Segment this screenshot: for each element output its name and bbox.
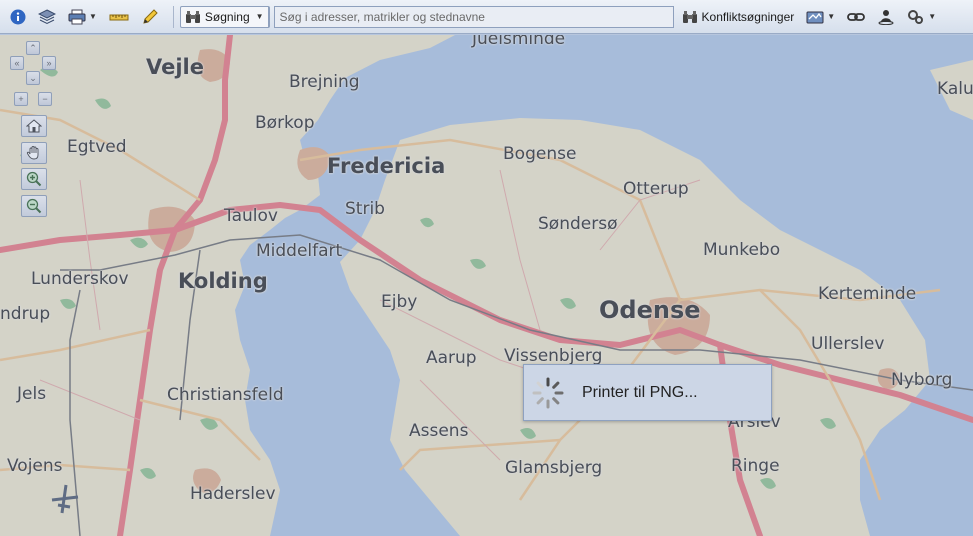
- map-tool-icon: [806, 11, 824, 23]
- place-label: Bogense: [503, 144, 577, 164]
- layers-button[interactable]: [34, 4, 60, 30]
- binoculars-icon: [185, 10, 200, 23]
- conflict-search-button[interactable]: Konfliktsøgninger: [678, 4, 799, 30]
- search-input[interactable]: [273, 5, 674, 28]
- chevron-down-icon: ▼: [255, 12, 264, 21]
- place-label: Vojens: [7, 456, 63, 476]
- chevron-down-icon: ▼: [928, 12, 937, 21]
- user-icon: [878, 9, 894, 25]
- zoom-out-small-button[interactable]: −: [38, 92, 52, 106]
- place-label: Taulov: [224, 206, 278, 226]
- place-label: Kolding: [178, 269, 268, 293]
- place-label: Børkop: [255, 113, 315, 133]
- toolbar: ▼ Søgning ▼ Konfliktsøgninger ▼ ▼: [0, 0, 973, 34]
- draw-button[interactable]: [137, 4, 163, 30]
- chevron-down-icon: ▼: [89, 12, 97, 21]
- hand-icon: [26, 146, 39, 160]
- place-label: Strib: [345, 199, 385, 219]
- map-canvas[interactable]: Juelsminde Kalu Vejle Brejning Børkop Eg…: [0, 35, 973, 536]
- printer-icon: [68, 9, 86, 24]
- place-label: Vissenbjerg: [504, 346, 603, 366]
- print-button[interactable]: ▼: [64, 4, 101, 30]
- place-label: Haderslev: [190, 484, 276, 504]
- search-menu-label: Søgning: [204, 9, 250, 24]
- place-label: Otterup: [623, 179, 689, 199]
- pan-down-button[interactable]: ⌄: [26, 71, 40, 85]
- place-label: Kerteminde: [818, 284, 917, 304]
- search-menu-button[interactable]: Søgning ▼: [181, 6, 269, 27]
- search-box: Søgning ▼: [179, 5, 270, 28]
- info-icon: [10, 9, 26, 24]
- place-label: Egtved: [67, 137, 127, 157]
- pencil-icon: [143, 8, 158, 24]
- ruler-icon: [109, 14, 129, 20]
- dialog-message: Printer til PNG...: [582, 383, 698, 401]
- zoom-in-small-button[interactable]: +: [14, 92, 28, 106]
- place-label: Søndersø: [538, 214, 618, 234]
- home-button[interactable]: [21, 115, 47, 137]
- place-label: Christiansfeld: [167, 385, 284, 405]
- user-button[interactable]: [873, 4, 899, 30]
- place-label: Odense: [599, 296, 701, 324]
- place-label: Fredericia: [327, 154, 446, 178]
- place-label: ndrup: [0, 304, 51, 324]
- home-icon: [26, 119, 42, 133]
- conflict-search-label: Konfliktsøgninger: [701, 9, 795, 24]
- place-label: Middelfart: [256, 241, 343, 261]
- place-label: Nyborg: [891, 370, 953, 390]
- measure-button[interactable]: [105, 4, 133, 30]
- place-label: Ringe: [731, 456, 780, 476]
- pan-left-button[interactable]: «: [10, 56, 24, 70]
- place-label: Ejby: [381, 292, 418, 312]
- zoom-in-button[interactable]: [21, 168, 47, 190]
- info-button[interactable]: [6, 4, 30, 30]
- layers-icon: [38, 8, 56, 24]
- place-label: Lunderskov: [31, 269, 129, 289]
- place-label: Vejle: [146, 55, 204, 79]
- place-label: Munkebo: [703, 240, 781, 260]
- zoom-out-icon: [26, 198, 42, 214]
- place-label: Glamsbjerg: [505, 458, 603, 478]
- place-label: Brejning: [289, 72, 360, 92]
- pan-right-button[interactable]: »: [42, 56, 56, 70]
- toolbar-divider: [172, 5, 174, 28]
- place-label: Kalu: [937, 79, 973, 99]
- link-button[interactable]: [843, 4, 869, 30]
- place-label: Jels: [17, 384, 47, 404]
- binoculars-icon: [682, 10, 697, 23]
- map-tool-button[interactable]: ▼: [802, 4, 839, 30]
- chevron-down-icon: ▼: [827, 12, 836, 21]
- print-progress-dialog: Printer til PNG...: [523, 364, 772, 421]
- place-label: Juelsminde: [472, 35, 566, 49]
- settings-button[interactable]: ▼: [903, 4, 940, 30]
- pan-up-button[interactable]: ⌃: [26, 41, 40, 55]
- place-label: Assens: [409, 421, 469, 441]
- pan-button[interactable]: [21, 142, 47, 164]
- gears-icon: [908, 9, 924, 24]
- place-label: Aarup: [426, 348, 477, 368]
- link-icon: [847, 12, 866, 21]
- zoom-in-icon: [26, 171, 42, 187]
- loading-spinner-icon: [532, 377, 564, 408]
- zoom-out-button[interactable]: [21, 195, 47, 217]
- place-label: Ullerslev: [811, 334, 885, 354]
